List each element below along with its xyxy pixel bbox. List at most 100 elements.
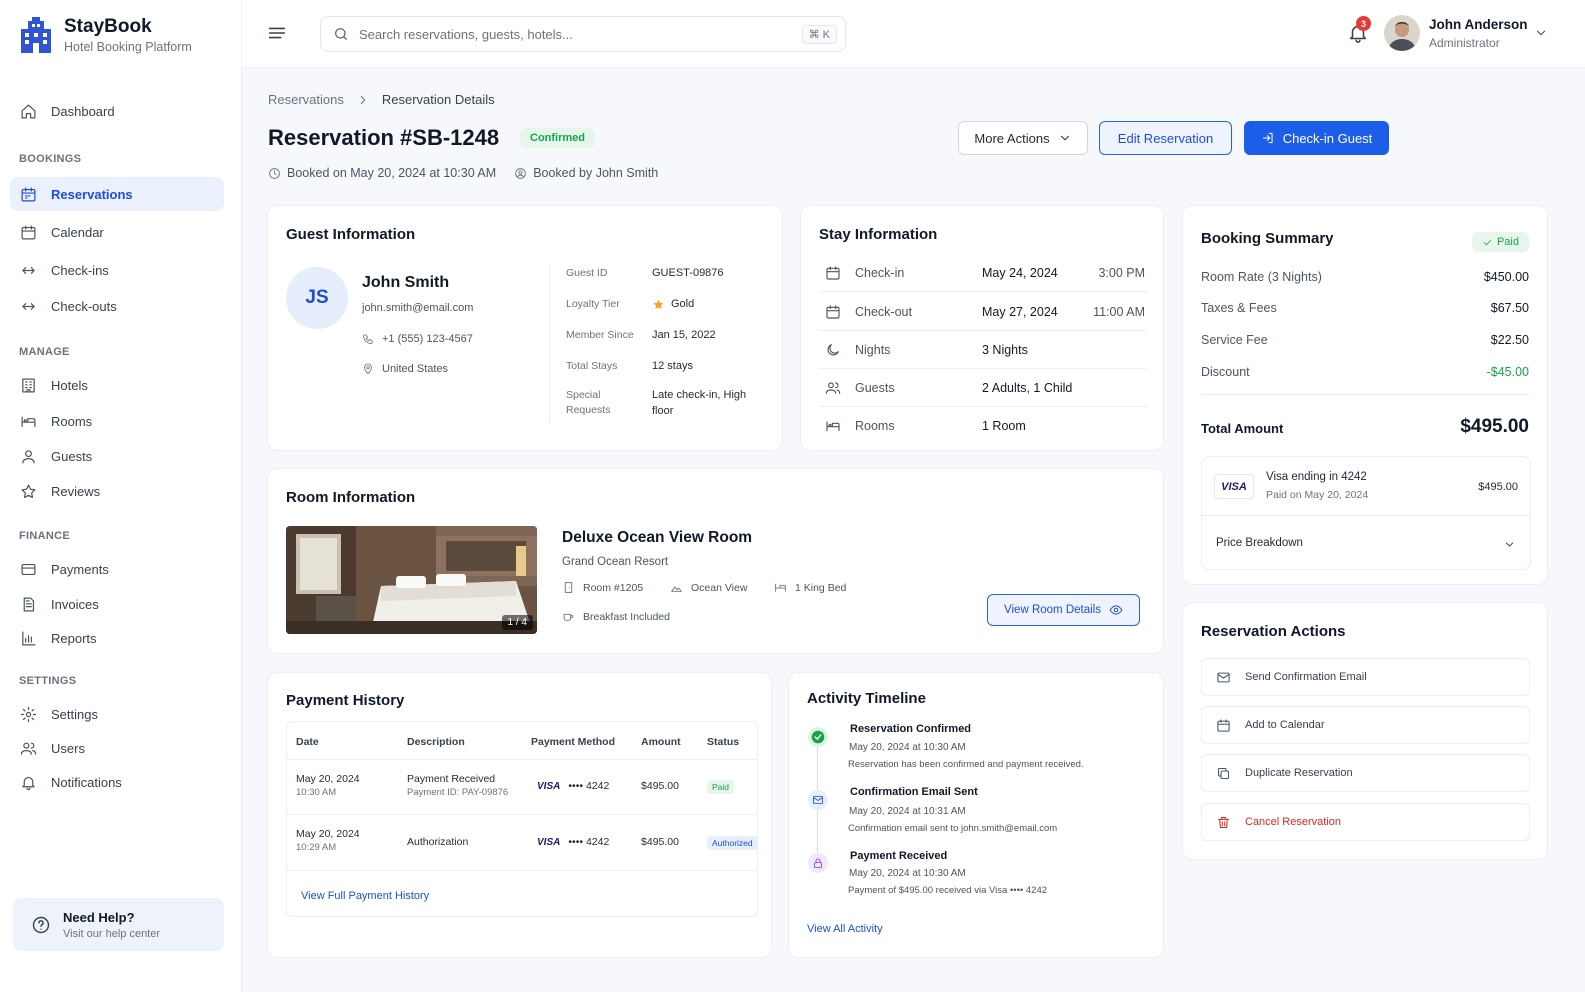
user-name[interactable]: John Anderson	[1429, 17, 1528, 32]
search-input[interactable]	[359, 26, 845, 42]
users-icon	[20, 742, 37, 755]
total-label: Total Amount	[1201, 421, 1284, 436]
menu-icon[interactable]	[266, 22, 288, 44]
sidebar-item-guests[interactable]: Guests	[10, 439, 224, 473]
room-view-text: Ocean View	[691, 581, 748, 594]
sidebar-item-rooms[interactable]: Rooms	[10, 404, 224, 438]
payment-history-card: Payment History Date Description Payment…	[267, 672, 772, 958]
star-icon	[653, 299, 664, 309]
sidebar-item-payments[interactable]: Payments	[10, 552, 224, 586]
card-title: Booking Summary	[1201, 230, 1334, 247]
summary-value: -$45.00	[1486, 365, 1529, 379]
building-icon	[22, 378, 35, 392]
sidebar-item-notifications[interactable]: Notifications	[10, 765, 224, 799]
timeline-item-time: May 20, 2024 at 10:31 AM	[849, 806, 966, 817]
sidebar-item-reports[interactable]: Reports	[10, 621, 224, 655]
timeline-mail-icon	[808, 790, 828, 810]
payment-amount: $495.00	[641, 780, 679, 792]
add-to-calendar-button[interactable]: Add to Calendar	[1201, 706, 1530, 744]
sidebar-item-invoices[interactable]: Invoices	[10, 587, 224, 621]
table-row[interactable]: May 20, 2024 10:29 AM Authorization VISA…	[287, 814, 758, 870]
moon-icon	[827, 343, 839, 355]
summary-value: $67.50	[1490, 301, 1529, 315]
payment-amount: $495.00	[641, 836, 679, 848]
sidebar-item-label: Invoices	[51, 596, 99, 612]
view-full-payment-history-link[interactable]: View Full Payment History	[301, 890, 429, 902]
price-breakdown-toggle[interactable]: Price Breakdown	[1216, 537, 1303, 549]
sidebar-item-check-ins[interactable]: Check-ins	[10, 253, 224, 287]
brand[interactable]: StayBook Hotel Booking Platform	[18, 16, 192, 56]
sidebar-item-check-outs[interactable]: Check-outs	[10, 289, 224, 323]
chevron-down-icon[interactable]	[1503, 538, 1516, 551]
stay-row-nights: Nights 3 Nights	[819, 331, 1147, 369]
search-bar[interactable]: ⌘ K	[320, 16, 846, 52]
stay-value: 2 Adults, 1 Child	[982, 380, 1073, 395]
visa-logo: VISA	[537, 837, 561, 848]
sidebar-item-label: Rooms	[51, 413, 93, 429]
bar-chart-icon	[22, 631, 36, 645]
send-confirmation-email-button[interactable]: Send Confirmation Email	[1201, 658, 1530, 696]
summary-row-room-rate: Room Rate (3 Nights) $450.00	[1201, 270, 1529, 284]
booked-by: Booked by John Smith	[533, 166, 659, 180]
stay-value: 3 Nights	[982, 342, 1028, 357]
status-badge: Confirmed	[520, 128, 595, 148]
sidebar-item-label: Hotels	[51, 377, 88, 393]
room-photo[interactable]: 1 / 4	[286, 526, 537, 634]
divider	[549, 264, 550, 422]
sidebar-item-label: Guests	[51, 448, 93, 464]
payment-time-text: 10:30 AM	[296, 787, 337, 798]
status-badge: Paid	[707, 780, 735, 794]
sidebar-item-dashboard[interactable]: Dashboard	[10, 94, 224, 128]
chevron-down-icon[interactable]	[1534, 26, 1548, 40]
arrows-horizontal-icon	[22, 302, 35, 310]
copy-icon	[1217, 767, 1230, 779]
view-room-details-button[interactable]: View Room Details	[987, 594, 1140, 626]
breadcrumb-reservations[interactable]: Reservations	[268, 92, 344, 107]
calendar-icon	[1217, 718, 1230, 732]
guest-information-card: Guest Information JS John Smith john.smi…	[267, 205, 783, 451]
stay-value: 1 Room	[982, 419, 1026, 433]
sidebar-item-hotels[interactable]: Hotels	[10, 368, 224, 402]
stay-time: 11:00 AM	[1093, 304, 1145, 319]
room-bed-text: 1 King Bed	[795, 581, 847, 594]
booked-on: Booked on May 20, 2024 at 10:30 AM	[287, 166, 497, 180]
table-header-date: Date	[296, 736, 319, 748]
check-in-guest-button[interactable]: Check-in Guest	[1244, 121, 1389, 155]
user-icon	[22, 449, 35, 463]
view-all-activity-link[interactable]: View All Activity	[807, 923, 883, 935]
timeline-item-title: Payment Received	[850, 850, 948, 862]
sidebar-item-settings[interactable]: Settings	[10, 697, 224, 731]
summary-label: Taxes & Fees	[1201, 301, 1277, 315]
sidebar-item-label: Users	[51, 740, 85, 756]
table-header-status: Status	[707, 736, 740, 748]
sidebar-item-reviews[interactable]: Reviews	[10, 474, 224, 508]
help-center-card[interactable]: Need Help? Visit our help center	[13, 898, 224, 951]
mail-icon	[813, 796, 823, 804]
room-number-text: Room #1205	[583, 581, 644, 594]
guest-phone-text: +1 (555) 123-4567	[382, 333, 473, 345]
card-title: Guest Information	[286, 226, 416, 243]
summary-row-discount: Discount -$45.00	[1201, 365, 1529, 379]
brand-name: StayBook	[64, 16, 152, 37]
lock-icon	[814, 858, 822, 868]
action-label: Cancel Reservation	[1245, 816, 1341, 828]
duplicate-reservation-button[interactable]: Duplicate Reservation	[1201, 754, 1530, 792]
edit-reservation-button[interactable]: Edit Reservation	[1099, 121, 1232, 155]
sidebar-item-reservations[interactable]: Reservations	[10, 177, 224, 211]
payment-date: May 20, 2024 10:29 AM	[296, 827, 360, 855]
cancel-reservation-button[interactable]: Cancel Reservation	[1201, 803, 1530, 841]
mountain-icon	[671, 586, 682, 592]
stay-time: 3:00 PM	[1098, 265, 1145, 280]
clock-icon	[269, 167, 280, 179]
guest-email[interactable]: john.smith@email.com	[362, 302, 473, 314]
table-row[interactable]: May 20, 2024 10:30 AM Payment Received P…	[287, 759, 757, 814]
sidebar-item-users[interactable]: Users	[10, 731, 224, 765]
payment-id-text: Payment ID: PAY-09876	[407, 787, 509, 798]
more-actions-label: More Actions	[974, 130, 1050, 146]
payment-method-box: VISA Visa ending in 4242 Paid on May 20,…	[1201, 456, 1531, 570]
calendar-icon	[21, 225, 36, 239]
more-actions-button[interactable]: More Actions	[958, 121, 1088, 155]
sidebar-item-calendar[interactable]: Calendar	[10, 215, 224, 249]
avatar[interactable]	[1384, 15, 1420, 51]
nav-section-manage: MANAGE	[19, 346, 70, 358]
